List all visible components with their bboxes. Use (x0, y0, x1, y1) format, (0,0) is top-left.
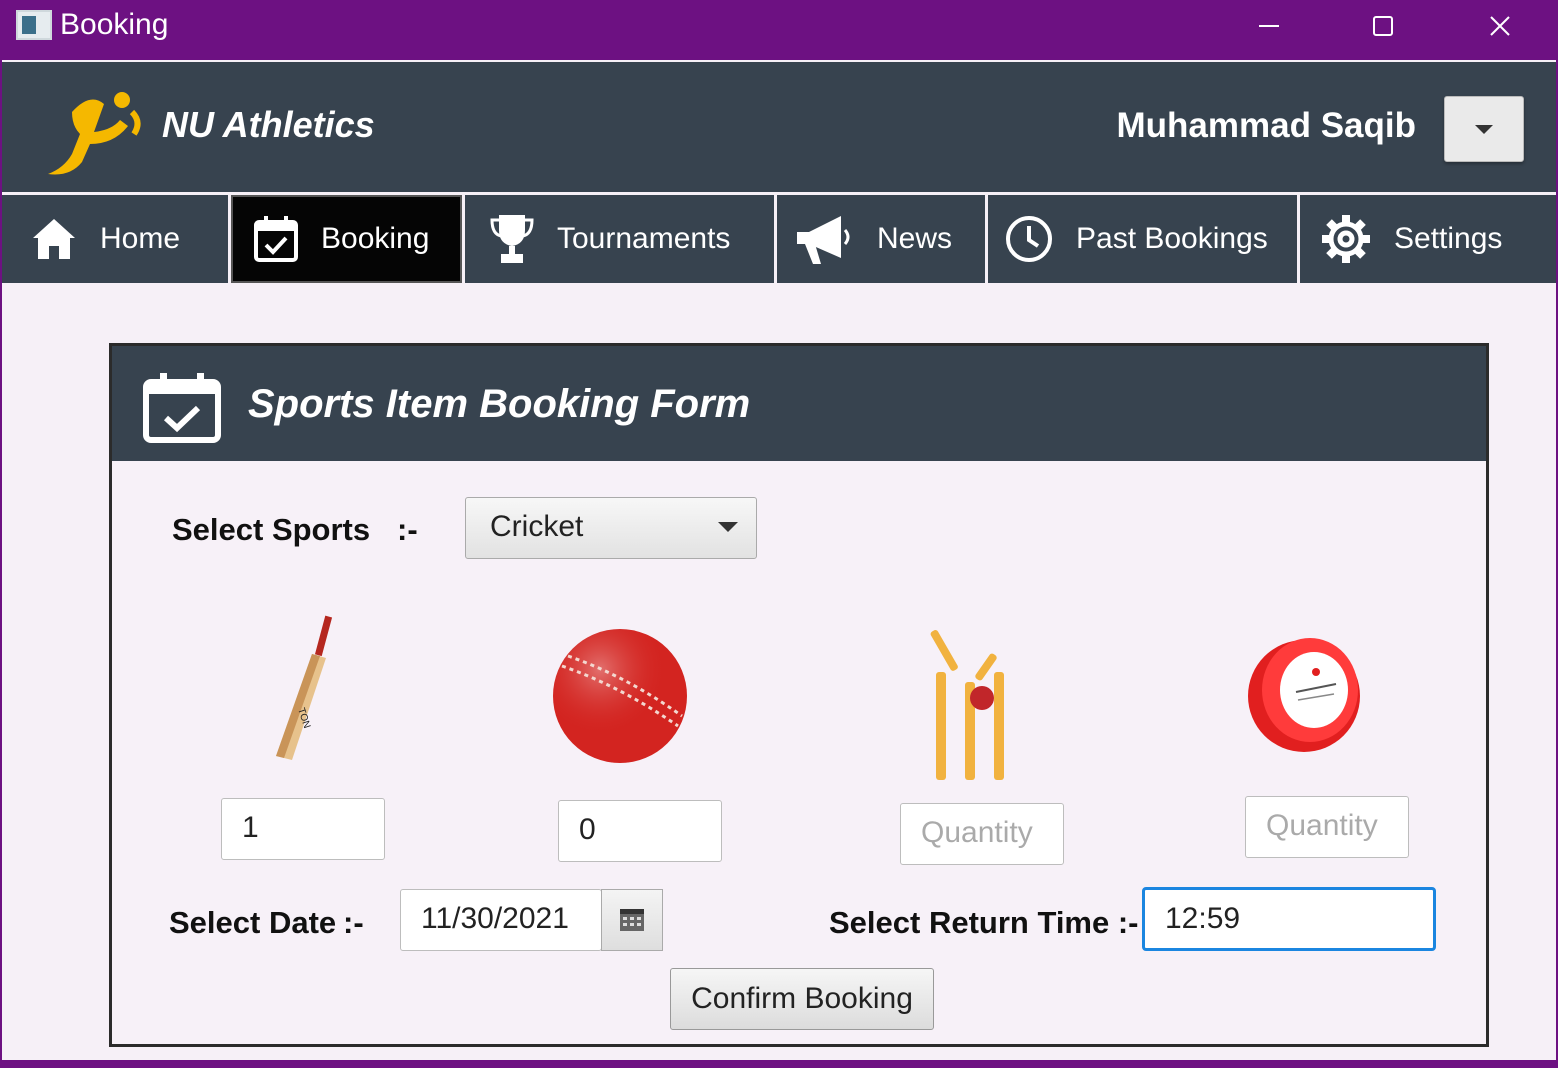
brand-name: NU Athletics (162, 104, 375, 145)
runner-logo-icon (48, 92, 141, 175)
date-input[interactable]: 11/30/2021 (400, 889, 602, 951)
window-bottom-border (0, 1060, 1558, 1068)
form-header: Sports Item Booking Form (112, 346, 1486, 461)
minimize-button[interactable] (1244, 6, 1294, 46)
select-sports-label: Select Sports (172, 512, 371, 547)
clock-icon (1006, 216, 1052, 262)
main-nav: Home Booking Tournaments News Past Booki… (2, 195, 1556, 283)
select-date-separator: :- (343, 905, 364, 940)
select-date-label: Select Date (169, 905, 337, 940)
nav-past-bookings-label: Past Bookings (1076, 222, 1268, 255)
sports-select-value: Cricket (490, 510, 584, 543)
window-title: Booking (60, 8, 169, 41)
stumps-quantity-input[interactable]: Quantity (900, 803, 1064, 865)
maximize-icon (1373, 16, 1393, 36)
trophy-icon (490, 215, 534, 263)
chevron-down-icon (718, 522, 738, 532)
nav-booking[interactable]: Booking (231, 195, 462, 283)
cricket-bat-image: TON (276, 615, 333, 760)
maximize-button[interactable] (1358, 6, 1408, 46)
app-window: NU Athletics Muhammad Saqib Home Booking… (2, 60, 1556, 1060)
calendar-check-icon (254, 216, 298, 262)
nav-tournaments[interactable]: Tournaments (465, 195, 774, 283)
app-icon (16, 10, 52, 40)
user-menu-dropdown[interactable] (1444, 96, 1524, 162)
sports-select[interactable]: Cricket (465, 497, 757, 559)
title-bar: Booking (0, 0, 1558, 58)
calendar-icon (620, 909, 644, 931)
select-return-time-label: Select Return Time :- (829, 905, 1139, 940)
nav-booking-label: Booking (321, 222, 430, 255)
bat-quantity-input[interactable]: 1 (221, 798, 385, 860)
nav-tournaments-label: Tournaments (557, 222, 731, 255)
close-icon (1490, 16, 1510, 36)
chevron-down-icon (1475, 124, 1493, 134)
select-sports-separator: :- (397, 512, 418, 547)
megaphone-icon (797, 216, 850, 264)
return-time-input[interactable]: 12:59 (1142, 887, 1436, 951)
minimize-icon (1259, 25, 1279, 27)
nav-settings-label: Settings (1394, 222, 1503, 255)
ball-quantity-input[interactable]: 0 (558, 800, 722, 862)
user-name: Muhammad Saqib (1116, 106, 1416, 145)
cricket-stumps-image (930, 630, 1004, 780)
tape-roll-image (1248, 638, 1360, 752)
nav-home[interactable]: Home (2, 195, 228, 283)
cricket-ball-image (553, 629, 687, 763)
app-header: NU Athletics Muhammad Saqib (2, 62, 1556, 192)
nav-past-bookings[interactable]: Past Bookings (988, 195, 1297, 283)
nav-news[interactable]: News (777, 195, 985, 283)
confirm-booking-button[interactable]: Confirm Booking (670, 968, 934, 1030)
form-title: Sports Item Booking Form (248, 382, 751, 426)
tape-quantity-input[interactable]: Quantity (1245, 796, 1409, 858)
close-button[interactable] (1475, 6, 1525, 46)
date-picker-button[interactable] (601, 889, 663, 951)
nav-settings[interactable]: Settings (1300, 195, 1556, 283)
home-icon (33, 219, 75, 259)
nav-home-label: Home (100, 222, 181, 255)
gear-icon (1322, 215, 1370, 263)
calendar-check-icon (143, 373, 221, 443)
nav-news-label: News (877, 222, 953, 255)
booking-form-panel: Sports Item Booking Form Select Sports :… (109, 343, 1489, 1047)
